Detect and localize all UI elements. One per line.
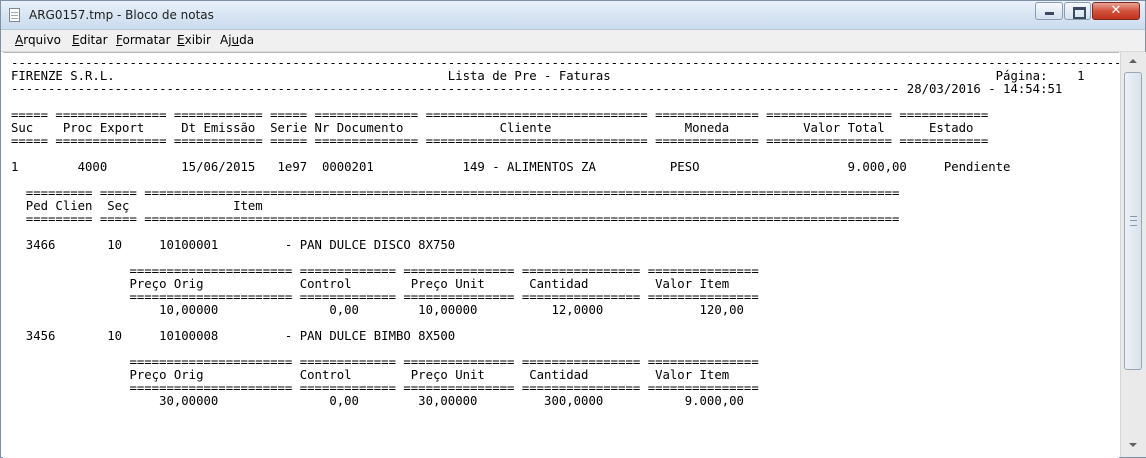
text-line: 30,00000 0,00 30,00000 300,0000 9.000,00 xyxy=(11,394,744,408)
window-title: ARG0157.tmp - Bloco de notas xyxy=(29,8,214,22)
scrollbar-thumb[interactable] xyxy=(1124,72,1142,370)
minimize-button[interactable] xyxy=(1035,2,1063,20)
scroll-up-arrow-icon[interactable] xyxy=(1125,53,1142,70)
text-line: 1 4000 15/06/2015 1e97 0000201 149 - ALI… xyxy=(11,160,1011,174)
menu-formatar[interactable]: Formatar xyxy=(116,33,171,47)
maximize-icon xyxy=(1073,7,1086,19)
menu-ajuda[interactable]: Ajuda xyxy=(220,33,254,47)
text-editor-area[interactable]: ----------------------------------------… xyxy=(3,52,1119,458)
title-bar[interactable]: ARG0157.tmp - Bloco de notas ✕ xyxy=(1,1,1145,30)
text-line: ========= ===== ========================… xyxy=(11,212,900,226)
menu-editar[interactable]: Editar xyxy=(72,33,108,47)
notepad-icon xyxy=(9,8,20,22)
grip-icon xyxy=(1130,216,1137,226)
menu-exibir[interactable]: Exibir xyxy=(177,33,211,47)
text-line: 10,00000 0,00 10,00000 12,0000 120,00 xyxy=(11,303,744,317)
close-icon: ✕ xyxy=(1110,3,1122,18)
menu-bar: Arquivo Editar Formatar Exibir Ajuda xyxy=(1,30,1145,52)
close-button[interactable]: ✕ xyxy=(1092,2,1140,20)
text-line: 3456 10 10100008 - PAN DULCE BIMBO 8X500 xyxy=(11,329,456,343)
maximize-button[interactable] xyxy=(1064,2,1091,20)
minimize-icon xyxy=(1045,12,1054,15)
text-line: ----------------------------------------… xyxy=(11,82,1063,96)
scroll-down-arrow-icon[interactable] xyxy=(1125,437,1142,454)
vertical-scrollbar[interactable] xyxy=(1120,52,1146,457)
menu-arquivo[interactable]: Arquivo xyxy=(15,33,61,47)
text-line: ===== =============== ============ =====… xyxy=(11,134,989,148)
notepad-window: ARG0157.tmp - Bloco de notas ✕ Arquivo E… xyxy=(0,0,1146,458)
text-line: 3466 10 10100001 - PAN DULCE DISCO 8X750 xyxy=(11,238,456,252)
